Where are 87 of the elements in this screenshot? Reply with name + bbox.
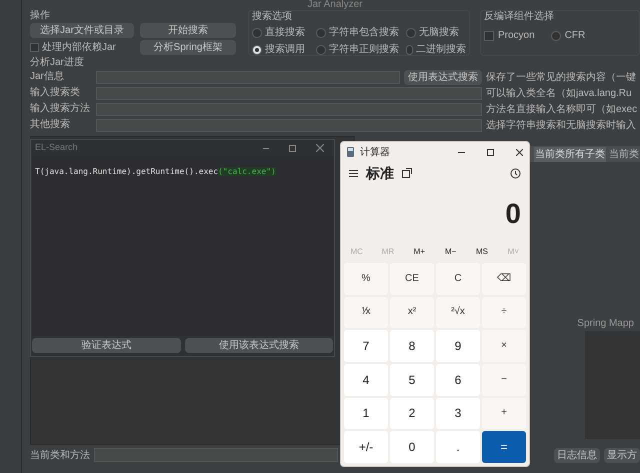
calculator-key[interactable]: 4 xyxy=(344,364,388,396)
radio-label: 字符串正则搜索 xyxy=(329,42,399,57)
calculator-key[interactable]: C xyxy=(436,263,480,295)
display-value: 0 xyxy=(505,197,521,231)
calculator-key[interactable]: . xyxy=(436,431,480,463)
radio-button[interactable] xyxy=(316,44,326,54)
analyze-spring-button[interactable]: 分析Spring框架 xyxy=(140,40,236,55)
calculator-key[interactable]: x² xyxy=(390,296,434,328)
history-icon[interactable] xyxy=(510,168,521,178)
calculator-key[interactable]: − xyxy=(482,364,526,396)
input-field[interactable] xyxy=(96,118,482,132)
calculator-key[interactable]: % xyxy=(344,263,388,295)
option-label: Procyon xyxy=(498,29,535,43)
el-action-button[interactable]: 使用该表达式搜索 xyxy=(184,338,333,353)
calculator-key[interactable]: ⅟x xyxy=(344,296,388,328)
log-button[interactable]: 日志信息 xyxy=(554,448,600,462)
log-button[interactable]: 显示方 xyxy=(604,448,640,462)
calculator-key[interactable]: 1 xyxy=(344,398,388,430)
code-line: T(java.lang.Runtime).getRuntime().exec("calc.exe") xyxy=(35,167,276,176)
radio-label: 二进制搜索 xyxy=(416,42,466,57)
field-label: Jar信息 xyxy=(30,71,65,83)
calculator-key[interactable]: ÷ xyxy=(482,296,526,328)
field-label: 当前类和方法 xyxy=(30,448,90,462)
memory-key[interactable]: MS xyxy=(466,246,498,258)
start-search-button[interactable]: 开始搜索 xyxy=(140,23,236,38)
close-icon[interactable] xyxy=(516,148,523,156)
input-field[interactable] xyxy=(96,86,482,100)
expression-search-button[interactable]: 使用表达式搜索 xyxy=(404,70,482,84)
calculator-key[interactable]: 9 xyxy=(436,330,480,362)
radio-label: 无脑搜索 xyxy=(419,26,459,40)
field-label: 输入搜索类 xyxy=(30,87,81,99)
calculator-key[interactable]: ²√x xyxy=(436,296,480,328)
calculator-key[interactable]: 5 xyxy=(390,364,434,396)
current-method-field[interactable] xyxy=(94,448,338,462)
calculator-key[interactable]: + xyxy=(482,398,526,430)
group-title: 反编译组件选择 xyxy=(484,11,555,22)
calculator-key[interactable]: CE xyxy=(390,263,434,295)
radio-button[interactable] xyxy=(252,28,262,38)
memory-key[interactable]: M+ xyxy=(404,246,435,258)
maximize-icon[interactable] xyxy=(487,148,494,156)
calculator-key[interactable]: 7 xyxy=(344,330,388,362)
group-title: 搜索选项 xyxy=(252,11,293,22)
hint-text: 保存了一些常见的搜索内容（一键 xyxy=(486,70,636,84)
checkbox-label: 处理内部依赖Jar xyxy=(42,40,116,55)
radio-button[interactable] xyxy=(550,30,561,40)
radio-button[interactable] xyxy=(316,28,326,38)
calculator-icon xyxy=(347,147,354,157)
calculator-key[interactable]: 0 xyxy=(390,431,434,463)
calculator-key[interactable]: 3 xyxy=(436,398,480,430)
section-title: 分析Jar进度 xyxy=(30,57,85,69)
input-field[interactable] xyxy=(96,70,400,84)
hint-text: 方法名直接输入名称即可（如exec xyxy=(486,102,638,116)
window-title: Jar Analyzer xyxy=(307,0,363,10)
hint-text: 可以输入类全名（如java.lang.Ru xyxy=(486,86,632,100)
input-field[interactable] xyxy=(96,102,482,116)
memory-key[interactable]: M− xyxy=(435,246,466,258)
radio-label: 直接搜索 xyxy=(265,26,305,40)
select-jar-button[interactable]: 选择Jar文件或目录 xyxy=(30,23,134,38)
calculator-key[interactable]: 2 xyxy=(390,398,434,430)
radio-button[interactable] xyxy=(252,44,262,54)
window-title: EL-Search xyxy=(35,141,78,154)
option-label: CFR xyxy=(564,29,586,43)
menu-icon[interactable] xyxy=(349,170,358,176)
tab[interactable]: 当前类 xyxy=(608,146,640,162)
field-label: 输入搜索方法 xyxy=(30,103,91,115)
calculator-key[interactable]: = xyxy=(482,431,526,463)
calculator-key[interactable]: ⌫ xyxy=(482,263,526,295)
field-label: 其他搜索 xyxy=(30,119,71,131)
group-title: 操作 xyxy=(30,10,51,21)
window-title: 计算器 xyxy=(360,146,390,160)
checkbox[interactable] xyxy=(30,43,39,52)
checkbox[interactable] xyxy=(484,30,494,40)
calculator-key[interactable]: × xyxy=(482,330,526,362)
radio-button[interactable] xyxy=(406,44,413,54)
tab[interactable]: 当前类所有子类 xyxy=(534,146,606,162)
calculator-key[interactable]: +/- xyxy=(344,431,388,463)
radio-button[interactable] xyxy=(406,28,416,38)
el-action-button[interactable]: 验证表达式 xyxy=(32,338,180,353)
mode-title: 标准 xyxy=(366,164,394,182)
calculator-key[interactable]: 6 xyxy=(436,364,480,396)
calculator-key[interactable]: 8 xyxy=(390,330,434,362)
code-editor[interactable]: T(java.lang.Runtime).getRuntime().exec("calc.exe") xyxy=(32,156,333,336)
radio-label: 字符串包含搜索 xyxy=(329,26,399,40)
radio-label: 搜索调用 xyxy=(265,42,305,57)
keep-on-top-icon[interactable] xyxy=(402,168,412,178)
hint-text: 选择字符串搜索和无脑搜索时输入 xyxy=(486,118,636,132)
panel-title: Spring Mapp xyxy=(577,317,635,331)
